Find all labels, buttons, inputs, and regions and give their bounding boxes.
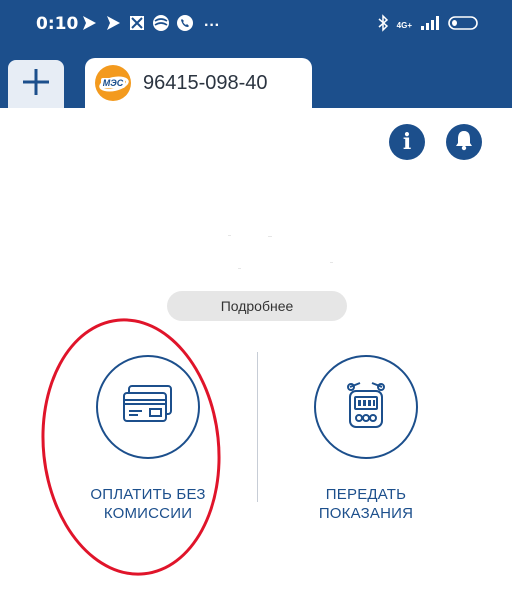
actions-divider (257, 352, 258, 502)
pay-label-line1: ОПЛАТИТЬ БЕЗ (90, 486, 206, 503)
pay-label-line2: КОМИССИИ (103, 505, 193, 522)
details-button[interactable]: Подробнее (167, 291, 347, 321)
meter-icon-circle (314, 355, 418, 459)
pay-label: ОПЛАТИТЬ БЕЗ КОМИССИИ (48, 485, 248, 523)
pay-without-commission-button[interactable]: ОПЛАТИТЬ БЕЗ КОМИССИИ (48, 355, 248, 523)
pay-icon-circle (96, 355, 200, 459)
meter-label-line1: ПЕРЕДАТЬ (325, 486, 407, 503)
meter-label: ПЕРЕДАТЬ ПОКАЗАНИЯ (266, 485, 466, 523)
meter-label-line2: ПОКАЗАНИЯ (318, 505, 414, 522)
details-button-label: Подробнее (220, 298, 294, 314)
meter-icon (342, 379, 390, 436)
submit-readings-button[interactable]: ПЕРЕДАТЬ ПОКАЗАНИЯ (266, 355, 466, 523)
faint-background-marks (228, 235, 333, 269)
credit-card-icon (120, 383, 176, 432)
